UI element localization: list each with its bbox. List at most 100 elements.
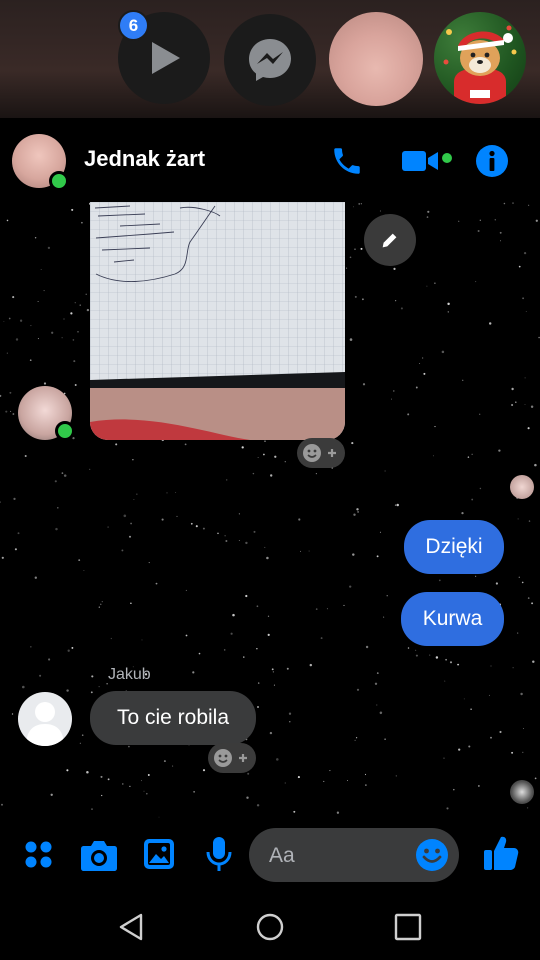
messenger-chat-head[interactable] xyxy=(224,14,316,106)
star xyxy=(110,637,112,640)
star xyxy=(289,721,291,723)
add-reaction-button[interactable] xyxy=(297,438,345,468)
outgoing-message[interactable]: Dzięki xyxy=(404,520,504,574)
star xyxy=(384,470,386,472)
star xyxy=(223,649,226,651)
star xyxy=(308,550,310,552)
star xyxy=(396,503,399,507)
star xyxy=(141,639,143,641)
star xyxy=(264,546,266,548)
star xyxy=(252,472,255,475)
star xyxy=(427,210,430,213)
star xyxy=(423,372,426,375)
star xyxy=(518,265,521,268)
star xyxy=(123,514,127,518)
photo-message[interactable] xyxy=(90,202,345,440)
star xyxy=(471,453,473,455)
star xyxy=(269,731,273,735)
star xyxy=(376,555,379,558)
star xyxy=(393,267,396,270)
star xyxy=(230,632,233,635)
star xyxy=(534,777,537,780)
star xyxy=(315,608,318,610)
group-chat-head[interactable] xyxy=(434,12,526,104)
star xyxy=(55,527,58,531)
star xyxy=(354,739,356,742)
star xyxy=(14,548,17,551)
unread-badge: 6 xyxy=(118,10,149,41)
apps-icon[interactable] xyxy=(24,840,54,870)
gallery-icon[interactable] xyxy=(143,838,175,870)
jakub-avatar[interactable] xyxy=(18,692,72,746)
star xyxy=(256,605,259,608)
star xyxy=(478,785,480,787)
star xyxy=(479,487,482,490)
microphone-icon[interactable] xyxy=(206,836,232,872)
star xyxy=(447,302,450,306)
contact-chat-head[interactable] xyxy=(329,12,423,106)
back-icon[interactable] xyxy=(117,912,145,942)
star xyxy=(447,311,450,313)
star xyxy=(37,301,39,302)
star xyxy=(434,282,436,284)
star xyxy=(101,600,103,603)
home-icon[interactable] xyxy=(255,912,285,942)
star xyxy=(166,492,168,494)
emoji-icon[interactable] xyxy=(415,838,449,872)
star xyxy=(253,530,256,533)
star xyxy=(376,704,378,706)
star xyxy=(83,570,85,571)
star xyxy=(66,689,69,692)
star xyxy=(458,220,460,222)
star xyxy=(267,615,270,617)
star xyxy=(243,656,245,658)
message-input-container[interactable] xyxy=(249,828,459,882)
star xyxy=(17,532,20,535)
camera-icon[interactable] xyxy=(80,838,118,872)
star xyxy=(365,784,367,786)
star xyxy=(30,325,32,327)
star xyxy=(349,585,352,588)
star xyxy=(1,556,4,559)
star xyxy=(91,675,94,678)
star xyxy=(78,559,81,561)
star xyxy=(176,515,178,517)
star xyxy=(245,594,248,598)
add-reaction-button[interactable] xyxy=(208,743,256,773)
notebook-photo xyxy=(90,202,345,440)
video-call-icon[interactable] xyxy=(402,146,442,176)
incoming-message[interactable]: To cie robila xyxy=(90,691,256,745)
star xyxy=(426,285,428,287)
star xyxy=(43,382,47,385)
star xyxy=(354,248,356,251)
recents-icon[interactable] xyxy=(394,913,422,941)
star xyxy=(299,550,302,552)
star xyxy=(390,398,392,400)
star xyxy=(128,535,132,538)
star xyxy=(13,497,16,501)
phone-icon[interactable] xyxy=(330,144,364,178)
star xyxy=(70,312,73,315)
star xyxy=(22,685,25,689)
star xyxy=(517,518,519,520)
star xyxy=(146,792,148,795)
star xyxy=(40,268,42,271)
conversation-title[interactable]: Jednak żart xyxy=(84,146,205,172)
message-input[interactable] xyxy=(267,838,411,874)
star xyxy=(121,549,124,552)
thumbs-up-icon[interactable] xyxy=(483,834,519,872)
star xyxy=(101,794,103,797)
star xyxy=(51,331,54,334)
star xyxy=(471,498,474,501)
star xyxy=(520,692,523,696)
star xyxy=(356,508,359,511)
star xyxy=(184,443,187,446)
star xyxy=(257,706,259,708)
star xyxy=(79,742,81,744)
star xyxy=(395,300,397,302)
star xyxy=(512,667,514,669)
edit-photo-button[interactable] xyxy=(364,214,416,266)
outgoing-message[interactable]: Kurwa xyxy=(401,592,504,646)
pencil-icon xyxy=(382,233,397,248)
info-icon[interactable] xyxy=(475,144,509,178)
